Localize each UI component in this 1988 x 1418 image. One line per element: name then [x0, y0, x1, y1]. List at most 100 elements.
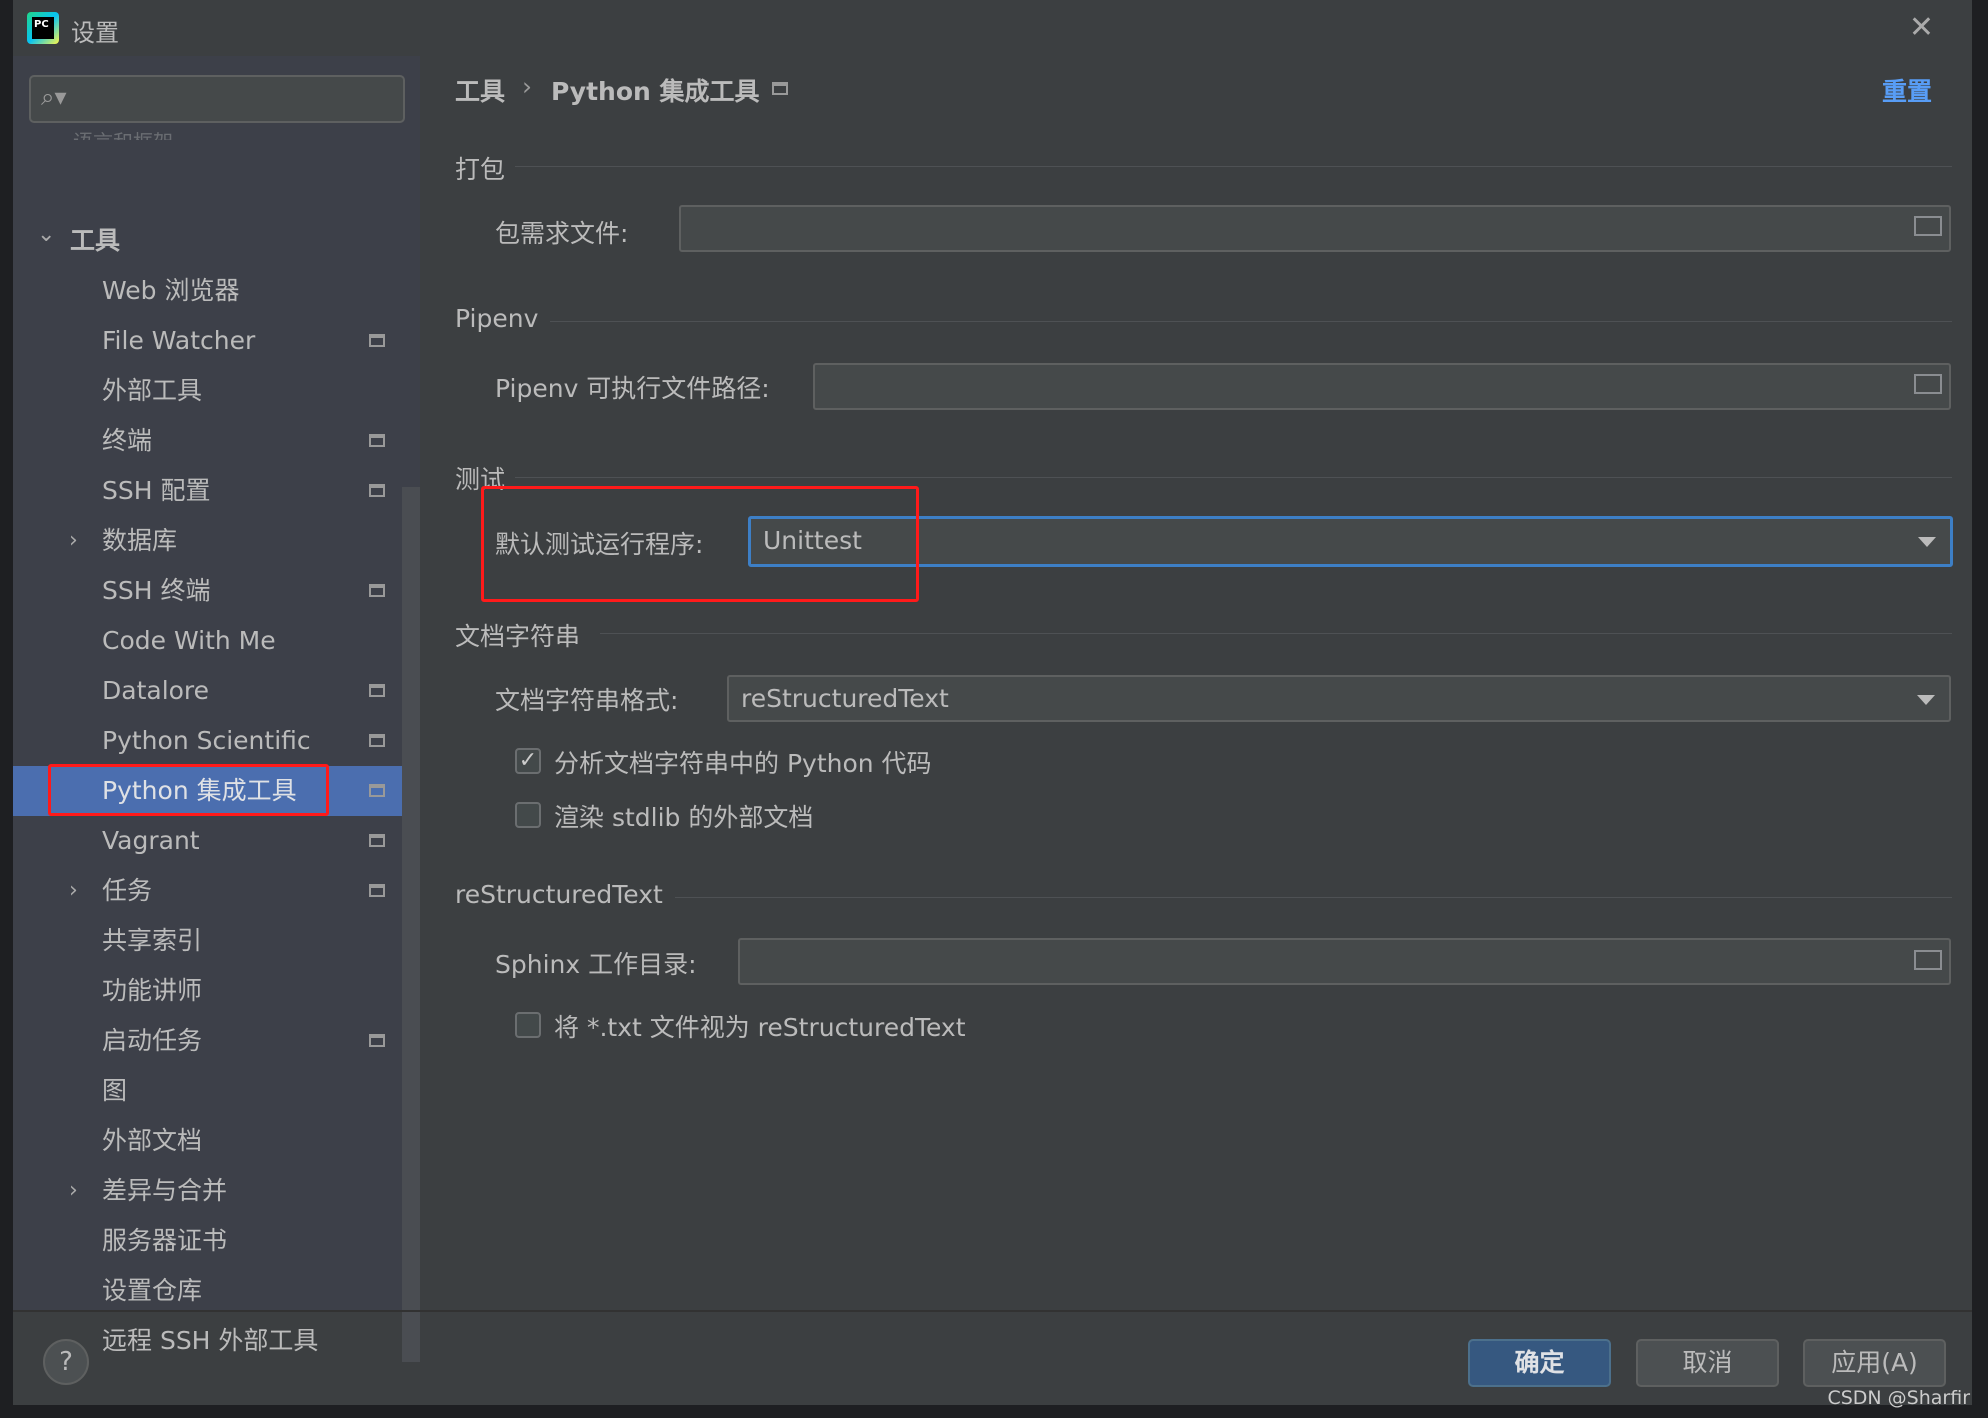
render-stdlib-checkbox[interactable] — [515, 802, 541, 828]
sidebar-item-label: Web 浏览器 — [102, 276, 240, 305]
sidebar-item[interactable]: SSH 终端 — [13, 566, 402, 616]
project-scope-icon — [369, 584, 385, 597]
sidebar-item[interactable]: Web 浏览器 — [13, 266, 402, 316]
sidebar-item[interactable]: Datalore — [13, 666, 402, 716]
section-packaging: 打包 — [455, 155, 506, 184]
sidebar-item-label: 差异与合并 — [102, 1176, 228, 1205]
apply-button[interactable]: 应用(A) — [1803, 1339, 1946, 1387]
chevron-right-icon[interactable]: › — [69, 516, 78, 566]
breadcrumb-tools[interactable]: 工具 — [455, 72, 505, 108]
sidebar-item-label: 终端 — [102, 426, 153, 455]
sidebar-item-label: 图 — [102, 1076, 128, 1105]
project-scope-icon — [369, 784, 385, 797]
sidebar-item-label: Code With Me — [102, 626, 276, 655]
sidebar-item-label: 工具 — [70, 226, 121, 255]
analyze-docstring-label[interactable]: 分析文档字符串中的 Python 代码 — [554, 744, 932, 780]
search-input[interactable]: ⌕▾ — [29, 75, 405, 123]
sidebar-item[interactable]: Vagrant — [13, 816, 402, 866]
settings-sidebar: ⌕▾ 语言和框架 ⌄工具Web 浏览器File Watcher外部工具终端SSH… — [13, 56, 420, 1362]
sphinx-dir-label: Sphinx 工作目录: — [495, 950, 697, 979]
sidebar-item[interactable]: 功能讲师 — [13, 966, 402, 1016]
title-bar: PC 设置 ✕ — [13, 0, 1972, 56]
sidebar-item-label: 服务器证书 — [102, 1226, 228, 1255]
sidebar-item-label: 功能讲师 — [102, 976, 203, 1005]
sidebar-item[interactable]: 外部文档 — [13, 1116, 402, 1166]
divider — [550, 321, 1952, 322]
close-icon[interactable]: ✕ — [1909, 10, 1934, 45]
sidebar-item[interactable]: SSH 配置 — [13, 466, 402, 516]
sidebar-item-label: 任务 — [102, 876, 153, 905]
chevron-down-icon — [1918, 537, 1936, 547]
project-scope-icon — [369, 734, 385, 747]
sidebar-item-label: 数据库 — [102, 526, 178, 555]
chevron-down-icon[interactable]: ⌄ — [37, 210, 55, 260]
test-runner-dropdown[interactable]: Unittest — [748, 516, 1953, 567]
sidebar-item-label: 外部文档 — [102, 1126, 203, 1155]
sidebar-item[interactable]: ⌄ 工具 — [13, 216, 402, 266]
docstring-format-dropdown[interactable]: reStructuredText — [727, 675, 1951, 722]
project-scope-icon — [369, 1034, 385, 1047]
sidebar-item[interactable]: Python Scientific — [13, 716, 402, 766]
pycharm-logo-icon: PC — [27, 12, 59, 44]
chevron-right-icon[interactable]: › — [69, 866, 78, 916]
folder-icon[interactable] — [1914, 374, 1942, 394]
sidebar-item-label: File Watcher — [102, 326, 256, 355]
reset-link[interactable]: 重置 — [1882, 72, 1932, 108]
analyze-docstring-checkbox[interactable]: ✓ — [515, 748, 541, 774]
requirements-file-input[interactable] — [679, 205, 1951, 252]
project-scope-icon — [369, 834, 385, 847]
sidebar-item[interactable]: 启动任务 — [13, 1016, 402, 1066]
cancel-button[interactable]: 取消 — [1636, 1339, 1779, 1387]
sidebar-item[interactable]: 终端 — [13, 416, 402, 466]
project-scope-icon — [772, 82, 788, 95]
search-icon: ⌕▾ — [41, 83, 67, 111]
sidebar-item[interactable]: Code With Me — [13, 616, 402, 666]
sidebar-item[interactable]: 共享索引 — [13, 916, 402, 966]
window-title: 设置 — [71, 19, 119, 47]
ok-button[interactable]: 确定 — [1468, 1339, 1611, 1387]
sidebar-item[interactable]: › 任务 — [13, 866, 402, 916]
section-pipenv: Pipenv — [455, 304, 539, 333]
folder-icon[interactable] — [1914, 950, 1942, 970]
sidebar-item[interactable]: › 差异与合并 — [13, 1166, 402, 1216]
pipenv-path-label: Pipenv 可执行文件路径: — [495, 374, 770, 403]
settings-dialog: PC 设置 ✕ ⌕▾ 语言和框架 ⌄工具Web 浏览器File Watcher外… — [13, 0, 1972, 1405]
sidebar-item[interactable]: 外部工具 — [13, 366, 402, 416]
breadcrumb-current: Python 集成工具 — [551, 77, 760, 106]
pipenv-path-input[interactable] — [813, 363, 1951, 410]
sidebar-item-label: 共享索引 — [102, 926, 203, 955]
sidebar-item-label: SSH 配置 — [102, 476, 211, 505]
render-stdlib-label[interactable]: 渲染 stdlib 的外部文档 — [554, 798, 813, 834]
dialog-footer: ? 确定 取消 应用(A) — [13, 1310, 1972, 1405]
sidebar-item[interactable]: 服务器证书 — [13, 1216, 402, 1266]
sidebar-item[interactable]: 图 — [13, 1066, 402, 1116]
treat-txt-label[interactable]: 将 *.txt 文件视为 reStructuredText — [554, 1008, 966, 1044]
section-docstrings: 文档字符串 — [455, 622, 581, 651]
sidebar-item[interactable]: › 数据库 — [13, 516, 402, 566]
help-button[interactable]: ? — [43, 1339, 89, 1385]
divider — [515, 477, 1952, 478]
watermark: CSDN @Sharfir — [1827, 1387, 1970, 1409]
sidebar-item[interactable]: 设置仓库 — [13, 1266, 402, 1316]
sidebar-scrollbar[interactable] — [402, 487, 420, 1362]
chevron-right-icon[interactable]: › — [69, 1166, 78, 1216]
sphinx-dir-input[interactable] — [738, 938, 1951, 985]
sidebar-item-partial: 语言和框架 — [73, 126, 173, 140]
sidebar-item-label: SSH 终端 — [102, 576, 211, 605]
breadcrumb-separator: › — [522, 72, 532, 101]
project-scope-icon — [369, 434, 385, 447]
sidebar-item-label: Vagrant — [102, 826, 200, 855]
docstring-format-value: reStructuredText — [741, 684, 949, 713]
highlight-box — [481, 486, 919, 602]
divider — [600, 633, 1952, 634]
sidebar-item-label: 启动任务 — [102, 1026, 203, 1055]
section-restructuredtext: reStructuredText — [455, 880, 663, 909]
project-scope-icon — [369, 884, 385, 897]
docstring-format-label: 文档字符串格式: — [495, 686, 679, 715]
highlight-box — [48, 764, 329, 816]
sidebar-item-label: 设置仓库 — [102, 1276, 203, 1305]
treat-txt-checkbox[interactable] — [515, 1012, 541, 1038]
sidebar-item[interactable]: File Watcher — [13, 316, 402, 366]
folder-icon[interactable] — [1914, 216, 1942, 236]
divider — [675, 897, 1952, 898]
